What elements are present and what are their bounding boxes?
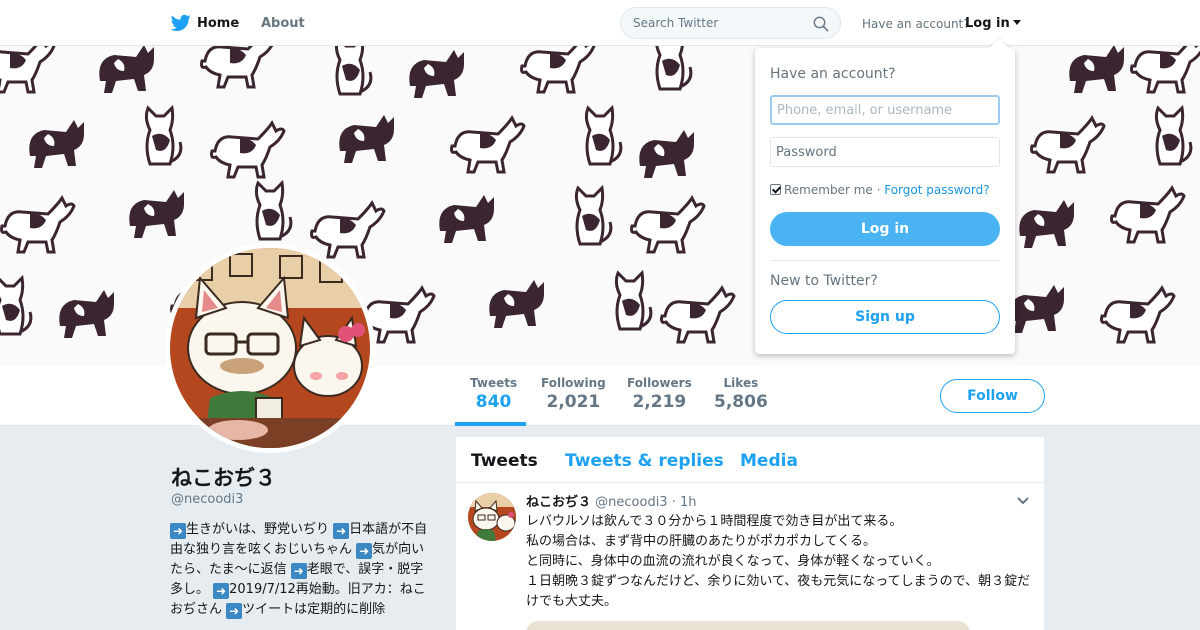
tweet-avatar[interactable] [468,493,516,541]
tweet-dot-separator: · [671,495,676,510]
stat-label: Followers [627,376,692,390]
stat-likes[interactable]: Likes 5,806 [714,376,768,412]
maneki-neko-avatar-image [170,248,370,448]
remember-me-label[interactable]: Remember me [784,183,873,197]
profile-handle[interactable]: @necoodi3 [171,492,243,507]
tweet-text-line: と同時に、身体中の血流の流れが良くなって、身体が軽くなっていく。 [526,554,940,569]
arrow-right-icon: ➜ [356,543,373,559]
stat-value: 2,219 [632,392,687,412]
stat-tweets[interactable]: Tweets 840 [470,376,517,412]
login-toggle-label: Log in [965,16,1010,31]
stat-value: 840 [475,392,512,412]
divider [770,260,1000,261]
search-input[interactable] [633,16,803,30]
tweet-text-line: １日朝晩３錠ずつなんだけど、余りに効いて、夜も元気になってしまうので、朝３錠だけ… [526,574,1031,609]
tab-tweets[interactable]: Tweets [471,451,538,471]
password-input[interactable] [770,137,1000,167]
tweet[interactable]: ねこおぢ３ @necoodi3 · 1h レバウルソは飲んで３０分から１時間程度… [456,483,1044,630]
login-dropdown-toggle[interactable]: Log in [965,16,1021,31]
arrow-right-icon: ➜ [333,523,350,539]
login-button[interactable]: Log in [770,212,1000,246]
nav-home-link[interactable]: Home [197,16,239,31]
chevron-down-icon[interactable] [1017,497,1029,505]
stat-value: 5,806 [714,392,768,412]
stat-label: Following [541,376,606,390]
tab-tweets-and-replies[interactable]: Tweets & replies [565,451,724,471]
top-nav: Home About Have an account? Log in [0,0,1200,46]
maneki-neko-avatar-image [468,493,516,541]
tweet-media-image[interactable] [526,621,970,630]
tweet-author-name[interactable]: ねこおぢ３ [526,495,591,510]
stat-following[interactable]: Following 2,021 [541,376,606,412]
stat-followers[interactable]: Followers 2,219 [627,376,692,412]
bio-segment: ツイートは定期的に削除 [242,602,386,617]
separator-dot: · [872,183,885,197]
stat-label: Tweets [470,376,518,390]
twitter-bird-icon[interactable] [171,14,191,32]
tweet-header: ねこおぢ３ @necoodi3 · 1h [526,491,697,510]
tweet-author-handle[interactable]: @necoodi3 [595,495,667,510]
tweet-text: レバウルソは飲んで３０分から１時間程度で効き目が出て来る。 私の場合は、まず背中… [526,512,1036,612]
profile-name: ねこおぢ３ [171,466,276,490]
stat-label: Likes [723,376,759,390]
login-dropdown-title: Have an account? [770,66,896,82]
arrow-right-icon: ➜ [170,523,186,539]
have-account-text: Have an account? [862,17,970,31]
login-dropdown: Have an account? Remember me · Forgot pa… [755,38,1015,354]
active-stat-underline [455,422,526,426]
caret-down-icon [1012,20,1021,25]
new-to-twitter-text: New to Twitter? [770,273,878,289]
tweet-text-line: 私の場合は、まず背中の肝臓のあたりがポカポカしてくる。 [526,534,876,549]
forgot-password-link[interactable]: Forgot password? [884,183,989,197]
timeline-tabs: Tweets Tweets & replies Media [456,437,1044,483]
profile-bio: ➜ 生きがいは、野党いぢり ➜ 日本語が不自由な独り言を呟くおじいちゃん ➜ 気が向い… [170,520,432,620]
remember-me-checkbox[interactable] [770,184,781,195]
arrow-right-icon: ➜ [226,603,243,619]
search-icon[interactable] [813,16,829,32]
tweet-timestamp[interactable]: 1h [680,495,697,510]
profile-avatar[interactable] [165,243,375,453]
follow-button[interactable]: Follow [940,379,1045,413]
tweet-text-line: レバウルソは飲んで３０分から１時間程度で効き目が出て来る。 [526,514,903,529]
timeline: Tweets Tweets & replies Media ねこおぢ３ @nec… [456,437,1044,630]
arrow-right-icon: ➜ [213,583,230,599]
signup-button[interactable]: Sign up [770,300,1000,334]
stat-value: 2,021 [546,392,601,412]
username-input[interactable] [770,95,1000,125]
tab-media[interactable]: Media [740,451,798,471]
arrow-right-icon: ➜ [290,563,307,579]
nav-about-link[interactable]: About [261,16,305,31]
remember-me-row: Remember me · Forgot password? [770,183,990,197]
bio-segment: 生きがいは、野党いぢり [186,522,334,537]
search-box[interactable] [620,7,841,39]
